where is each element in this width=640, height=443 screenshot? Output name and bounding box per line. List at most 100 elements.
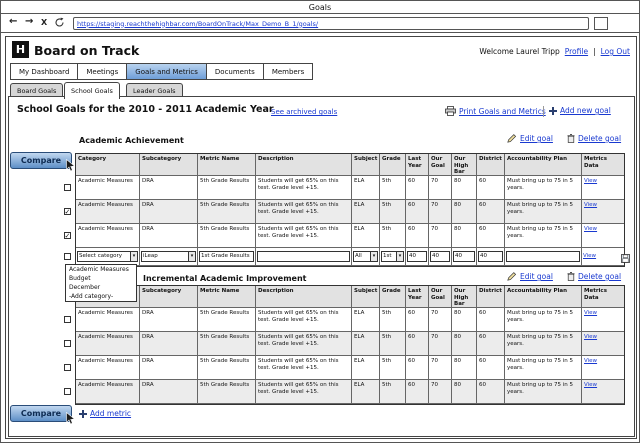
description-input[interactable] [257,251,350,262]
table-cell: 60 [477,356,505,380]
nav-item-members[interactable]: Members [264,64,312,79]
row-checkbox[interactable] [63,339,71,347]
table-cell: 60 [477,224,505,248]
table-cell: 70 [429,176,452,200]
nav-item-documents[interactable]: Documents [207,64,264,79]
table-cell: Must bring up to 75 in 5 years. [505,200,582,224]
compare-button[interactable]: Compare [10,152,76,172]
compare-button-label: Compare [20,156,62,165]
table-cell: 80 [452,308,477,332]
category-select-value: Select category [79,253,123,260]
table-cell: 60 [406,224,429,248]
row-checkbox[interactable]: ✓ [63,231,71,239]
category-select[interactable]: Select category ▾ [77,251,138,262]
goals-table-1: Category Subcategory Metric Name Descriptio… [75,153,625,267]
browser-window-title: Goals [1,1,639,14]
view-metrics-link[interactable]: View [584,334,597,340]
edit-goal-link[interactable]: Edit goal [520,134,553,143]
edit-metric-name-cell: 1st Grade Results [198,248,256,266]
column-header: Metrics Data [582,286,624,308]
pencil-icon [507,134,517,143]
subcategory-select[interactable]: iLeap ▾ [141,251,196,262]
nav-item-goals-and-metrics[interactable]: Goals and Metrics [127,64,207,79]
column-header: Grade [380,286,406,308]
row-checkbox[interactable] [63,252,71,260]
edit-accountability-cell [505,248,582,266]
last-year-input[interactable]: 40 [407,251,427,262]
edit-description-cell [256,248,352,266]
table-cell: 70 [429,308,452,332]
table-cell: DRA [140,176,198,200]
delete-goal-link[interactable]: Delete goal [578,134,621,143]
add-metric-link[interactable]: Add metric [90,409,131,418]
column-header: Description [256,286,352,308]
table-cell: 5th [380,224,406,248]
grade-select[interactable]: 1st ▾ [381,251,404,262]
subject-select[interactable]: All ▾ [353,251,378,262]
view-metrics-link[interactable]: View [584,358,597,364]
our-goal-input[interactable]: 40 [430,251,450,262]
back-icon[interactable]: ← [9,16,17,27]
nav-item-meetings[interactable]: Meetings [78,64,128,79]
close-icon[interactable]: X [41,18,47,27]
table-cell: Academic Measures [76,356,140,380]
table-cell: DRA [140,224,198,248]
refresh-icon[interactable] [54,17,65,31]
table-cell: Must bring up to 75 in 5 years. [505,380,582,404]
trash-icon [567,134,575,143]
table-cell: Students will get 65% on this test. Grad… [256,332,352,356]
table-cell: Students will get 65% on this test. Grad… [256,380,352,404]
table-cell: Academic Measures [76,200,140,224]
profile-link[interactable]: Profile [565,47,588,56]
delete-goal-group: Delete goal [567,134,621,143]
accountability-input[interactable] [506,251,580,262]
plus-icon [79,409,87,418]
checkbox-cell [59,175,75,199]
compare-button[interactable]: Compare [10,405,76,425]
table-cell: Must bring up to 75 in 5 years. [505,224,582,248]
table-cell: 5th [380,380,406,404]
table-cell: 70 [429,332,452,356]
edit-grade-cell: 1st ▾ [380,248,406,266]
url-bar[interactable]: https://staging.reachthehighbar.com/Boar… [73,17,589,30]
row-checkbox[interactable] [63,387,71,395]
view-metrics-link[interactable]: View [584,310,597,316]
row-checkbox[interactable] [63,183,71,191]
dropdown-option[interactable]: -Add category- [66,292,136,301]
view-metrics-link[interactable]: View [584,382,597,388]
view-metrics-link[interactable]: View [584,202,597,208]
view-metrics-link[interactable]: View [584,226,597,232]
our-high-bar-input[interactable]: 40 [453,251,475,262]
delete-goal-link[interactable]: Delete goal [578,272,621,281]
trash-icon [567,272,575,281]
see-archived-goals-link[interactable]: See archived goals [271,108,337,116]
printer-icon [445,106,456,116]
metrics-data-cell: View [582,356,624,380]
nav-item-my-dashboard[interactable]: My Dashboard [11,64,79,79]
column-header: Accountability Plan [505,286,582,308]
logout-link[interactable]: Log Out [601,47,630,56]
view-metrics-link[interactable]: View [584,178,597,184]
table-cell: Students will get 65% on this test. Grad… [256,356,352,380]
edit-goal-link[interactable]: Edit goal [520,272,553,281]
row-checkbox[interactable] [63,363,71,371]
app-window: H Board on Track Welcome Laurel Tripp Pr… [5,36,637,439]
district-input[interactable]: 40 [478,251,503,262]
print-goals-link[interactable]: Print Goals and Metrics [459,107,546,116]
save-icon[interactable] [621,248,630,267]
view-metrics-link[interactable]: View [583,253,596,260]
dropdown-option[interactable]: Academic Measures [66,265,136,274]
checkbox-cell [59,247,75,265]
forward-icon[interactable]: → [25,16,33,27]
subtab-school-goals[interactable]: School Goals [64,82,120,99]
add-new-goal-link[interactable]: Add new goal [560,106,611,115]
row-checkbox[interactable] [63,315,71,323]
dropdown-option[interactable]: Budget [66,274,136,283]
metric-name-input[interactable]: 1st Grade Results [199,251,254,262]
dropdown-option[interactable]: December [66,283,136,292]
browser-action-box[interactable] [594,17,608,30]
table-cell: DRA [140,200,198,224]
table-cell: 70 [429,200,452,224]
table-cell: ELA [352,176,380,200]
row-checkbox[interactable]: ✓ [63,207,71,215]
